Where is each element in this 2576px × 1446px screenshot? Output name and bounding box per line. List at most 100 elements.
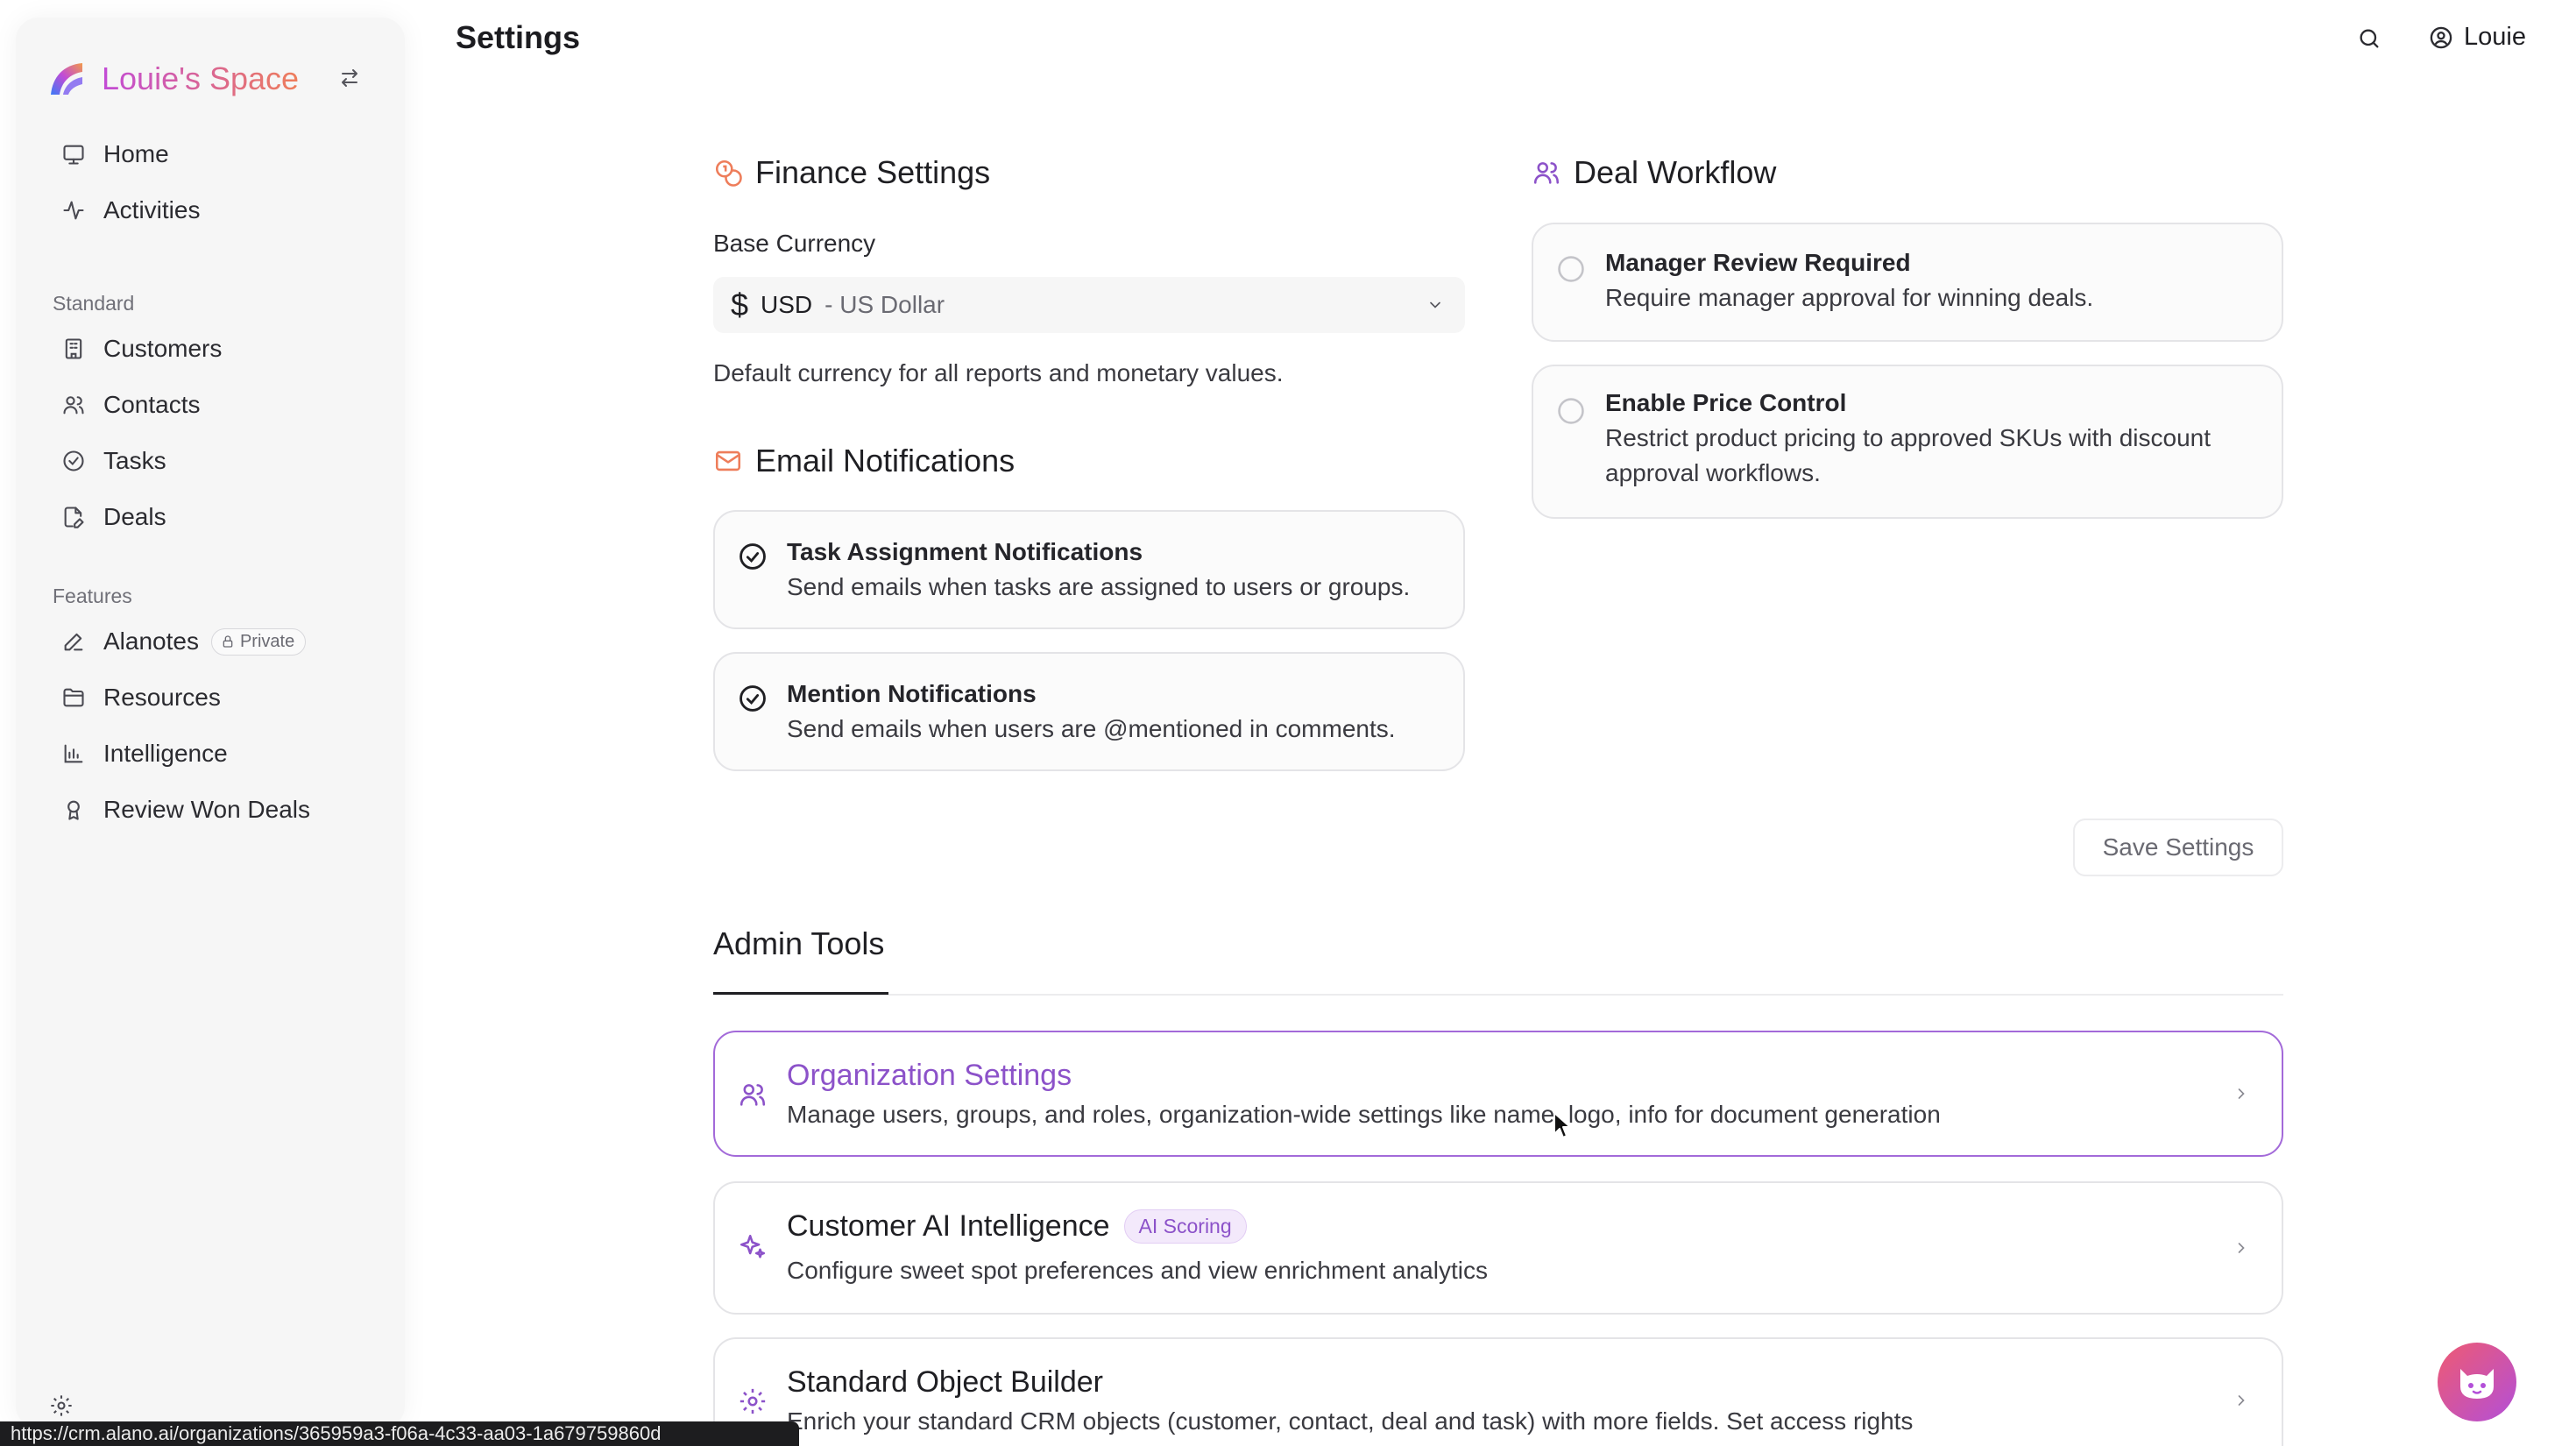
- brand-name: Louie's Space: [102, 60, 300, 96]
- sidebar-item-label: Tasks: [103, 447, 166, 474]
- email-notifications-title-text: Email Notifications: [755, 443, 1016, 478]
- lock-icon: [223, 635, 233, 648]
- deal-workflow-title: Deal Workflow: [1532, 154, 1776, 191]
- sidebar-item-label: Activities: [103, 196, 201, 223]
- document-edit-icon: [61, 505, 86, 529]
- mail-icon: [715, 450, 741, 471]
- check-circle-icon[interactable]: [738, 684, 768, 713]
- chevron-right-icon: [2238, 1395, 2245, 1406]
- sidebar-item-intelligence[interactable]: Intelligence: [42, 726, 393, 782]
- building-icon: [61, 337, 86, 361]
- option-mention-notifications[interactable]: Mention Notifications Send emails when u…: [713, 652, 1465, 771]
- user-name: Louie: [2464, 23, 2526, 51]
- sidebar-item-review-won-deals[interactable]: Review Won Deals: [42, 782, 393, 838]
- save-settings-button[interactable]: Save Settings: [2073, 819, 2283, 876]
- deal-workflow-title-text: Deal Workflow: [1574, 154, 1777, 190]
- chevron-right-icon: [2238, 1243, 2245, 1253]
- option-desc: Send emails when tasks are assigned to u…: [787, 573, 1411, 600]
- tool-title: Standard Object Builder: [787, 1365, 1103, 1400]
- sidebar-item-label: Customers: [103, 335, 223, 362]
- option-title: Manager Review Required: [1605, 249, 1911, 276]
- radio-empty-icon[interactable]: [1556, 396, 1586, 426]
- tool-title: Customer AI Intelligence AI Scoring: [787, 1209, 1247, 1244]
- brand-logo-icon: [51, 63, 82, 95]
- tool-organization-settings[interactable]: Organization Settings Manage users, grou…: [713, 1031, 2283, 1157]
- activity-icon: [61, 198, 86, 223]
- option-title: Enable Price Control: [1605, 389, 1847, 416]
- users-icon: [61, 393, 86, 417]
- sidebar-item-label: Resources: [103, 684, 221, 711]
- chevron-down-icon: [1430, 301, 1440, 308]
- option-task-assignment[interactable]: Task Assignment Notifications Send email…: [713, 510, 1465, 629]
- bar-chart-icon: [61, 741, 86, 766]
- currency-name: - US Dollar: [824, 291, 945, 318]
- finance-settings-title-text: Finance Settings: [755, 154, 991, 190]
- nav-section-standard: Standard: [53, 291, 135, 315]
- users-icon: [740, 1084, 766, 1106]
- option-manager-review[interactable]: Manager Review Required Require manager …: [1532, 223, 2283, 342]
- base-currency-helper: Default currency for all reports and mon…: [713, 359, 1284, 386]
- sidebar-item-label: Contacts: [103, 391, 201, 418]
- finance-settings-title: Finance Settings: [713, 154, 990, 191]
- check-circle-icon[interactable]: [738, 542, 768, 571]
- sidebar-item-label: Intelligence: [103, 740, 228, 767]
- sidebar-item-tasks[interactable]: Tasks: [42, 433, 393, 489]
- option-title: Task Assignment Notifications: [787, 538, 1143, 565]
- chevron-right-icon: [2238, 1088, 2245, 1099]
- sidebar-item-activities[interactable]: Activities: [42, 182, 393, 238]
- settings-gear-icon[interactable]: [49, 1393, 74, 1418]
- tool-standard-object-builder[interactable]: Standard Object Builder Enrich your stan…: [713, 1337, 2283, 1446]
- sidebar-item-resources[interactable]: Resources: [42, 670, 393, 726]
- user-menu[interactable]: Louie: [2429, 23, 2526, 52]
- base-currency-label: Base Currency: [713, 230, 876, 257]
- nav-section-features: Features: [53, 584, 132, 607]
- chat-assistant-button[interactable]: [2438, 1343, 2516, 1421]
- tool-desc: Configure sweet spot preferences and vie…: [787, 1257, 1488, 1284]
- private-badge: Private: [210, 627, 307, 656]
- tool-desc: Manage users, groups, and roles, organiz…: [787, 1101, 1941, 1128]
- tool-title: Organization Settings: [787, 1059, 1072, 1093]
- currency-code: USD: [761, 291, 813, 318]
- sidebar-item-customers[interactable]: Customers: [42, 321, 393, 377]
- tool-customer-ai-intelligence[interactable]: Customer AI Intelligence AI Scoring Conf…: [713, 1181, 2283, 1315]
- option-desc: Restrict product pricing to approved SKU…: [1605, 424, 2211, 486]
- option-price-control[interactable]: Enable Price Control Restrict product pr…: [1532, 365, 2283, 519]
- sidebar-item-alanotes[interactable]: Alanotes Private: [42, 613, 393, 670]
- users-icon: [1533, 162, 1560, 184]
- radio-empty-icon[interactable]: [1556, 254, 1586, 284]
- tool-title-text: Organization Settings: [787, 1059, 1072, 1092]
- brand[interactable]: Louie's Space: [47, 60, 299, 98]
- email-notifications-title: Email Notifications: [713, 443, 1015, 479]
- base-currency-select[interactable]: $ USD - US Dollar: [713, 277, 1465, 333]
- option-title: Mention Notifications: [787, 680, 1037, 707]
- check-circle-icon: [61, 449, 86, 473]
- award-icon: [61, 797, 86, 822]
- nav-features: Features Alanotes Private Resources Inte…: [42, 578, 393, 838]
- nav-main: Home Activities: [42, 126, 393, 238]
- tool-title-text: Customer AI Intelligence: [787, 1209, 1110, 1243]
- search-icon[interactable]: [2357, 26, 2381, 51]
- sidebar-item-label: Home: [103, 140, 169, 167]
- sidebar-item-deals[interactable]: Deals: [42, 489, 393, 545]
- admin-tools-divider: [713, 994, 2283, 996]
- private-badge-label: Private: [239, 631, 295, 651]
- currency-symbol: $: [731, 287, 749, 323]
- sparkles-icon: [740, 1234, 766, 1258]
- sidebar-item-label: Alanotes: [103, 627, 199, 655]
- admin-tools-tab-underline: [713, 992, 888, 995]
- cat-face-icon: [2460, 1369, 2494, 1399]
- sidebar-item-home[interactable]: Home: [42, 126, 393, 182]
- folder-icon: [61, 685, 86, 710]
- nav-standard: Standard Customers Contacts Tasks Deals: [42, 286, 393, 545]
- mouse-cursor-icon: [1553, 1112, 1571, 1138]
- pen-icon: [61, 629, 86, 654]
- sidebar-item-label: Review Won Deals: [103, 796, 311, 823]
- collapse-sidebar-icon[interactable]: [336, 65, 363, 91]
- coins-icon: [715, 159, 742, 187]
- tool-title-text: Standard Object Builder: [787, 1365, 1103, 1399]
- ai-scoring-badge: AI Scoring: [1123, 1209, 1247, 1244]
- option-desc: Send emails when users are @mentioned in…: [787, 715, 1396, 742]
- sidebar-item-contacts[interactable]: Contacts: [42, 377, 393, 433]
- sidebar-item-label: Deals: [103, 503, 166, 530]
- option-desc: Require manager approval for winning dea…: [1605, 284, 2094, 311]
